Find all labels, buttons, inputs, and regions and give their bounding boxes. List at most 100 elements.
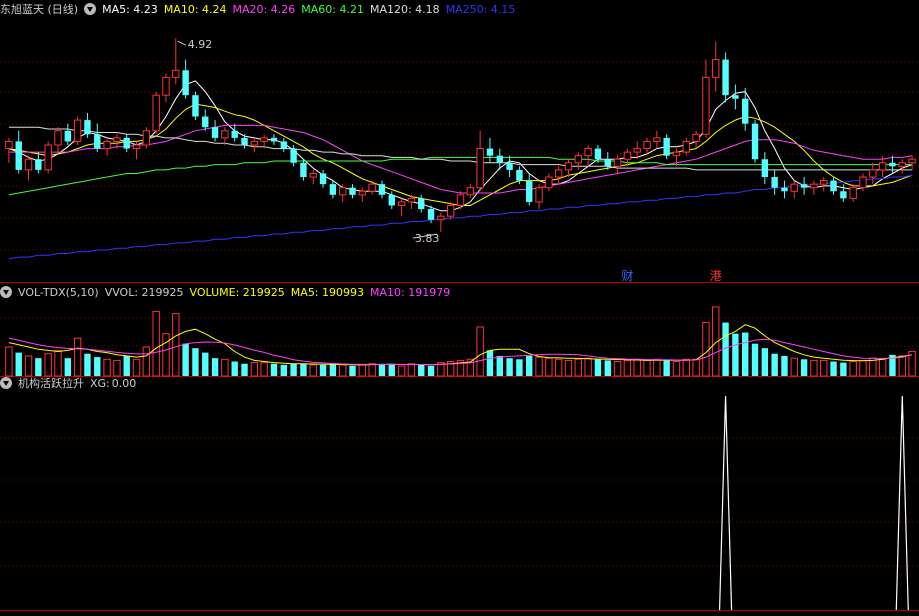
- volume-bar-up: [849, 361, 857, 377]
- volume-bar-up: [103, 358, 111, 377]
- candle-body-down: [751, 123, 759, 160]
- candle-body-up: [132, 144, 141, 150]
- volume-title[interactable]: VOL-TDX(5,10): [18, 286, 99, 299]
- volume-bar-down: [781, 355, 788, 376]
- volume-bar-down: [35, 358, 42, 376]
- candle-body-down: [202, 116, 209, 128]
- volume-bar-down: [349, 365, 356, 376]
- candle-body-down: [486, 148, 494, 156]
- candle-body-up: [358, 190, 367, 196]
- volume-bar-up: [682, 358, 690, 377]
- candle-body-up: [24, 158, 33, 171]
- candle-body-down: [231, 130, 238, 138]
- candle-body-down: [300, 162, 307, 178]
- candle-body-up: [162, 76, 170, 96]
- volume-bar-down: [418, 364, 425, 376]
- volume-bar-down: [604, 360, 611, 376]
- candle-body-up: [221, 130, 229, 139]
- chart-svg: 4.92 3.83 财 港: [0, 38, 919, 611]
- volume-bar-down: [388, 363, 395, 376]
- ma-legend-ma60: MA60: 4.21: [301, 3, 364, 16]
- ma-legend: MA5: 4.23 MA10: 4.24 MA20: 4.26 MA60: 4.21 M…: [102, 3, 521, 16]
- volume-bar-up: [162, 333, 170, 377]
- ma-legend-ma10: MA10: 4.24: [163, 3, 227, 16]
- candle-body-up: [545, 176, 553, 189]
- candle-body-down: [84, 120, 91, 135]
- candle-body-down: [211, 127, 219, 138]
- volume-bar-down: [123, 355, 130, 376]
- candle-body-down: [15, 141, 22, 170]
- volume-bar-up: [24, 355, 33, 377]
- volume-bar-down: [378, 364, 386, 376]
- volume-legend: VVOL: 219925 VOLUME: 219925 MA5: 190993 MA1…: [105, 286, 457, 299]
- high-arrow: [177, 40, 187, 46]
- candle-body-down: [280, 141, 287, 149]
- volume-bar-down: [526, 355, 533, 376]
- candle-body-up: [339, 187, 347, 196]
- candle-body-down: [388, 194, 395, 206]
- candle-body-up: [623, 151, 632, 160]
- candle-body-down: [732, 95, 739, 99]
- volume-bar-down: [290, 363, 297, 376]
- ma-legend-ma120: MA120: 4.18: [369, 3, 440, 16]
- candle-body-up: [820, 180, 828, 185]
- candle-body-up: [790, 183, 798, 192]
- vol-legend-ma5: MA5: 190993: [290, 286, 365, 299]
- stock-title[interactable]: 东旭蓝天 (日线): [0, 3, 78, 16]
- vol-legend-vvol: VVOL: 219925: [104, 286, 184, 299]
- candle-body-up: [466, 187, 475, 196]
- candle-body-up: [810, 183, 818, 189]
- volume-bar-down: [300, 363, 307, 376]
- candle-body-down: [663, 137, 670, 156]
- candle-body-up: [44, 144, 52, 171]
- volume-bar-down: [231, 361, 238, 376]
- volume-bar-down: [840, 362, 847, 376]
- candle-body-up: [859, 176, 867, 189]
- candle-body-up: [73, 119, 82, 142]
- candle-body-up: [574, 155, 582, 164]
- event-tag: 港: [710, 269, 722, 283]
- volume-bar-up: [397, 365, 406, 377]
- volume-bar-up: [574, 358, 582, 377]
- candle-body-down: [516, 169, 523, 181]
- ma-legend-ma20: MA20: 4.26: [232, 3, 296, 16]
- volume-bar-down: [64, 358, 72, 376]
- candle-body-down: [800, 184, 808, 188]
- indicator-value: 0.00: [111, 377, 137, 390]
- candle-body-up: [908, 158, 916, 164]
- dropdown-icon[interactable]: [84, 3, 97, 15]
- volume-bar-up: [309, 364, 317, 377]
- candle-body-up: [113, 137, 121, 142]
- volume-bar-up: [407, 363, 416, 377]
- candle-body-down: [182, 70, 189, 96]
- volume-bar-down: [761, 348, 769, 376]
- candle-body-down: [604, 159, 611, 167]
- candle-body-up: [172, 69, 180, 78]
- candle-body-down: [270, 137, 278, 142]
- volume-bar-up: [692, 358, 700, 377]
- dropdown-icon[interactable]: [0, 286, 12, 298]
- candle-body-down: [722, 59, 729, 96]
- volume-bar-up: [358, 364, 367, 377]
- volume-bar-down: [182, 343, 189, 376]
- xg-signal-spike: [718, 395, 733, 611]
- dropdown-icon[interactable]: [0, 377, 12, 389]
- candle-body-up: [643, 140, 651, 150]
- volume-bar-up: [653, 358, 661, 377]
- candle-body-up: [849, 187, 857, 199]
- event-tag: 财: [621, 269, 633, 283]
- indicator-title[interactable]: 机构活跃拉升: [18, 377, 84, 390]
- candle-body-down: [123, 137, 130, 149]
- volume-bar-down: [15, 352, 22, 376]
- xg-signal-spike: [895, 395, 909, 611]
- volume-bar-down: [427, 365, 435, 376]
- volume-bar-up: [633, 358, 641, 377]
- candle-body-down: [889, 162, 896, 167]
- candle-body-down: [94, 134, 101, 149]
- volume-bar-up: [564, 359, 573, 377]
- volume-bar-down: [94, 357, 101, 376]
- candle-body-up: [142, 130, 151, 146]
- candle-body-down: [496, 155, 503, 163]
- volume-bar-up: [260, 362, 268, 377]
- candle-body-up: [437, 215, 445, 221]
